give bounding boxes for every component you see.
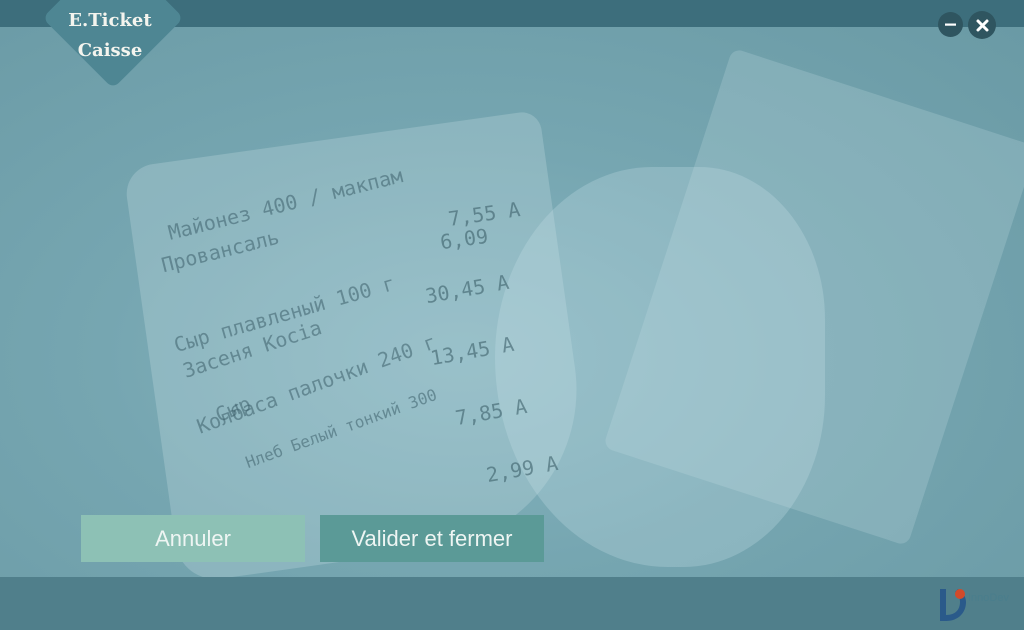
brand-logo: InnoDev xyxy=(938,585,1020,625)
app-title-line2: Caisse xyxy=(77,40,143,61)
receipt-paper-curl xyxy=(495,167,825,567)
app-title: E.Ticket Caisse xyxy=(45,6,175,66)
receipt-background-image: Майонез 400 / макпам Провансаль Сыр плав… xyxy=(0,27,1024,577)
minimize-button[interactable] xyxy=(938,12,963,37)
close-button[interactable] xyxy=(968,11,996,39)
cancel-button-label: Annuler xyxy=(155,525,231,551)
close-icon xyxy=(976,19,988,31)
cancel-button[interactable]: Annuler xyxy=(81,515,305,562)
validate-close-button-label: Valider et fermer xyxy=(351,525,513,551)
minimize-icon xyxy=(945,23,956,26)
innodev-logo-icon xyxy=(940,589,966,621)
validate-close-button[interactable]: Valider et fermer xyxy=(320,515,544,562)
status-bar xyxy=(0,577,1024,630)
brand-name: InnoDev xyxy=(968,592,1009,604)
app-title-line1: E.Ticket xyxy=(68,10,152,31)
